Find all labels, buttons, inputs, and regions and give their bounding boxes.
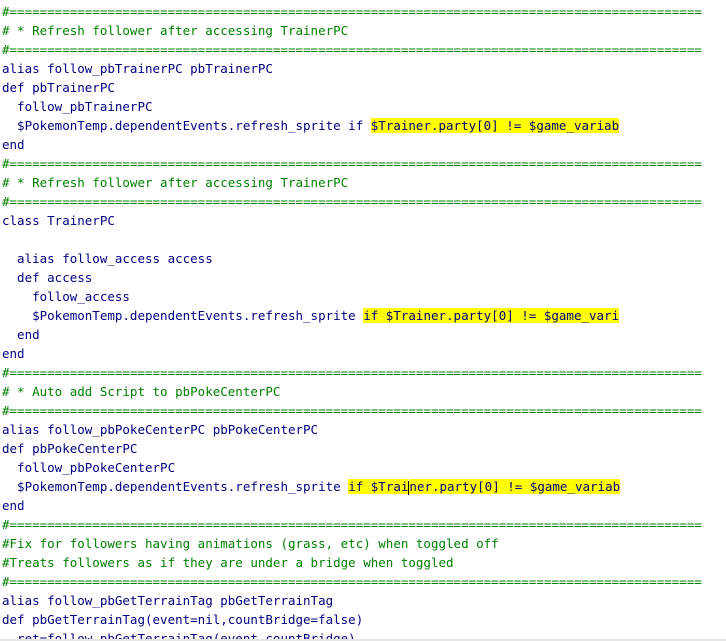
code-line[interactable]: def pbPokeCenterPC xyxy=(0,439,726,458)
code-line[interactable]: follow_pbPokeCenterPC xyxy=(0,458,726,477)
code-line[interactable]: $PokemonTemp.dependentEvents.refresh_spr… xyxy=(0,306,726,325)
code-text: def pbPokeCenterPC xyxy=(2,441,138,456)
comment-line[interactable]: #Fix for followers having animations (gr… xyxy=(0,534,726,553)
code-text: end xyxy=(2,327,40,342)
code-text: ret=follow_pbGetTerrainTag(event,countBr… xyxy=(2,631,356,641)
comment-line[interactable]: # * Refresh follower after accessing Tra… xyxy=(0,173,726,192)
highlighted-code-text: if $Trai xyxy=(348,479,409,494)
code-text: def pbGetTerrainTag(event=nil,countBridg… xyxy=(2,612,364,627)
code-text: end xyxy=(2,498,25,513)
comment-line[interactable]: #=======================================… xyxy=(0,154,726,173)
comment-text: #=======================================… xyxy=(2,42,702,57)
code-text: end xyxy=(2,137,25,152)
code-text: follow_pbPokeCenterPC xyxy=(2,460,176,475)
code-line[interactable]: end xyxy=(0,325,726,344)
comment-text: #=======================================… xyxy=(2,403,702,418)
code-line[interactable]: follow_access xyxy=(0,287,726,306)
comment-line[interactable]: # * Refresh follower after accessing Tra… xyxy=(0,21,726,40)
code-line[interactable]: def access xyxy=(0,268,726,287)
comment-line[interactable]: #Treats followers as if they are under a… xyxy=(0,553,726,572)
comment-text: #Fix for followers having animations (gr… xyxy=(2,536,499,551)
comment-text: #Treats followers as if they are under a… xyxy=(2,555,454,570)
code-line[interactable]: def pbGetTerrainTag(event=nil,countBridg… xyxy=(0,610,726,629)
comment-line[interactable]: #=======================================… xyxy=(0,515,726,534)
code-line[interactable]: alias follow_pbPokeCenterPC pbPokeCenter… xyxy=(0,420,726,439)
comment-line[interactable]: #=======================================… xyxy=(0,363,726,382)
code-line[interactable] xyxy=(0,230,726,249)
comment-text: #=======================================… xyxy=(2,156,702,171)
code-text: $PokemonTemp.dependentEvents.refresh_spr… xyxy=(2,118,371,133)
code-text: def pbTrainerPC xyxy=(2,80,115,95)
comment-line[interactable]: #=======================================… xyxy=(0,40,726,59)
code-text: follow_pbTrainerPC xyxy=(2,99,153,114)
comment-text: #=======================================… xyxy=(2,365,702,380)
code-line[interactable]: def pbTrainerPC xyxy=(0,78,726,97)
code-line[interactable]: end xyxy=(0,135,726,154)
comment-line[interactable]: #=======================================… xyxy=(0,2,726,21)
code-line[interactable]: alias follow_access access xyxy=(0,249,726,268)
code-line[interactable]: alias follow_pbGetTerrainTag pbGetTerrai… xyxy=(0,591,726,610)
code-text: def access xyxy=(2,270,93,285)
highlighted-code-text: $Trainer.party[0] != $game_variab xyxy=(370,118,620,133)
comment-text: #=======================================… xyxy=(2,194,702,209)
code-area[interactable]: #=======================================… xyxy=(0,0,726,641)
code-line[interactable]: ret=follow_pbGetTerrainTag(event,countBr… xyxy=(0,629,726,641)
code-line[interactable]: end xyxy=(0,496,726,515)
code-text: alias follow_pbPokeCenterPC pbPokeCenter… xyxy=(2,422,319,437)
comment-text: #=======================================… xyxy=(2,574,702,589)
code-line[interactable]: alias follow_pbTrainerPC pbTrainerPC xyxy=(0,59,726,78)
code-text: alias follow_pbGetTerrainTag pbGetTerrai… xyxy=(2,593,334,608)
code-line[interactable]: class TrainerPC xyxy=(0,211,726,230)
code-text: $PokemonTemp.dependentEvents.refresh_spr… xyxy=(2,479,349,494)
highlighted-code-text: if $Trainer.party[0] != $game_vari xyxy=(363,308,620,323)
code-text: $PokemonTemp.dependentEvents.refresh_spr… xyxy=(2,308,364,323)
code-text: alias follow_pbTrainerPC pbTrainerPC xyxy=(2,61,273,76)
script-editor[interactable]: #=======================================… xyxy=(0,0,726,641)
code-line[interactable]: follow_pbTrainerPC xyxy=(0,97,726,116)
code-line[interactable]: $PokemonTemp.dependentEvents.refresh_spr… xyxy=(0,477,726,496)
comment-text: # * Refresh follower after accessing Tra… xyxy=(2,23,349,38)
comment-line[interactable]: #=======================================… xyxy=(0,572,726,591)
highlighted-code-text: ner.party[0] != $game_variab xyxy=(409,479,621,494)
code-line[interactable]: end xyxy=(0,344,726,363)
comment-text: #=======================================… xyxy=(2,4,702,19)
comment-text: #=======================================… xyxy=(2,517,702,532)
code-text: end xyxy=(2,346,25,361)
comment-line[interactable]: #=======================================… xyxy=(0,192,726,211)
code-text: alias follow_access access xyxy=(2,251,213,266)
code-text: class TrainerPC xyxy=(2,213,115,228)
comment-text: # * Refresh follower after accessing Tra… xyxy=(2,175,349,190)
code-line[interactable]: $PokemonTemp.dependentEvents.refresh_spr… xyxy=(0,116,726,135)
comment-line[interactable]: #=======================================… xyxy=(0,401,726,420)
comment-text: # * Auto add Script to pbPokeCenterPC xyxy=(2,384,281,399)
comment-line[interactable]: # * Auto add Script to pbPokeCenterPC xyxy=(0,382,726,401)
code-text: follow_access xyxy=(2,289,130,304)
